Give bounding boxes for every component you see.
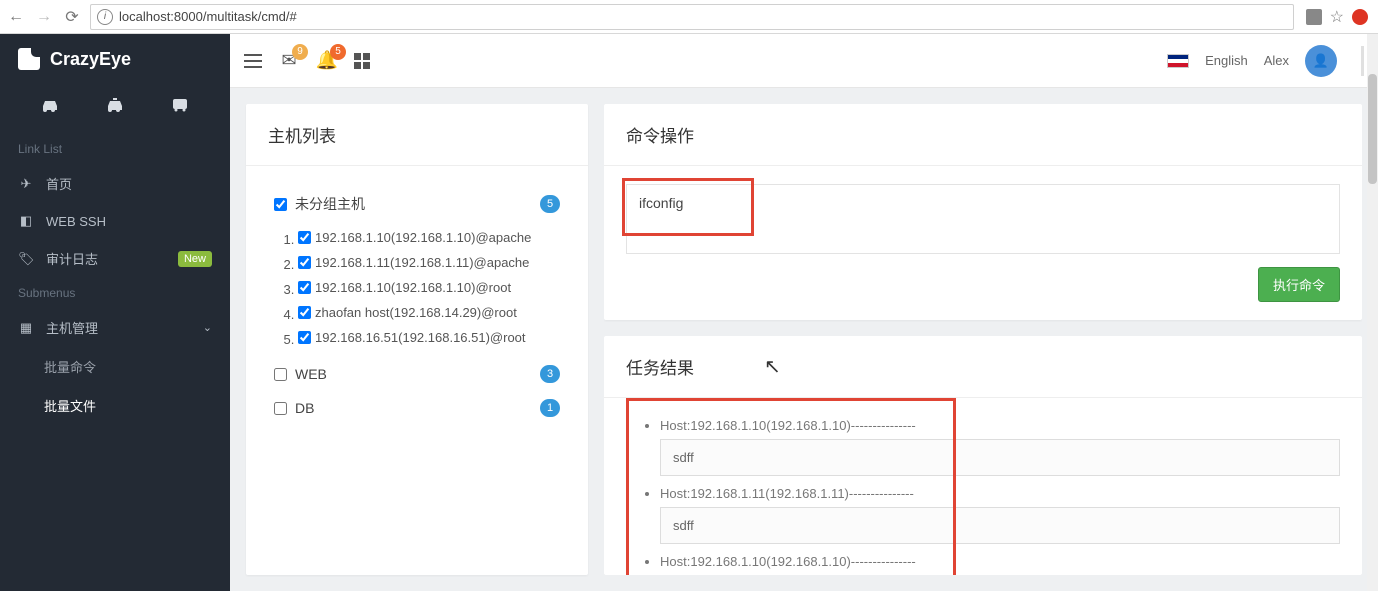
grid-icon-nav: ▦	[18, 320, 34, 336]
group-label: DB	[295, 400, 314, 416]
group-count-badge: 1	[540, 399, 560, 417]
host-group-row[interactable]: 未分组主机 5	[274, 186, 560, 222]
plane-icon: ✈	[18, 176, 34, 192]
extensions: ☆	[1302, 7, 1372, 27]
adblock-extension-icon[interactable]	[1352, 9, 1368, 25]
site-info-icon[interactable]: i	[97, 9, 113, 25]
group-label: 未分组主机	[295, 194, 365, 214]
page-scrollbar[interactable]	[1367, 34, 1378, 591]
user-avatar[interactable]: 👤	[1305, 45, 1337, 77]
cursor-icon: ↖	[764, 354, 781, 379]
chevron-down-icon: ⌄	[203, 321, 212, 334]
nav-hostmgmt-label: 主机管理	[46, 318, 98, 337]
back-button[interactable]: ←	[6, 7, 26, 27]
host-group-row[interactable]: WEB 3	[274, 357, 560, 391]
host-checkbox[interactable]	[298, 281, 311, 294]
host-item[interactable]: 192.168.16.51(192.168.16.51)@root	[298, 326, 560, 351]
brand-name: CrazyEye	[50, 49, 131, 70]
bookmark-star-icon[interactable]: ☆	[1330, 7, 1344, 27]
user-name[interactable]: Alex	[1264, 53, 1289, 68]
scrollbar-thumb[interactable]	[1368, 74, 1377, 184]
group-checkbox[interactable]	[274, 198, 287, 211]
host-checkbox[interactable]	[298, 331, 311, 344]
host-item[interactable]: zhaofan host(192.168.14.29)@root	[298, 301, 560, 326]
result-item: Host:192.168.1.10(192.168.1.10)---------…	[660, 418, 1340, 476]
host-checkbox[interactable]	[298, 231, 311, 244]
tag-icon: 🏷	[18, 251, 34, 267]
messages-button[interactable]: ✉ 9	[278, 50, 300, 72]
result-host-label: Host:192.168.1.10(192.168.1.10)---------…	[660, 554, 916, 569]
nav-batchfile-label: 批量文件	[44, 396, 96, 415]
host-item[interactable]: 192.168.1.10(192.168.1.10)@apache	[298, 226, 560, 251]
new-badge: New	[178, 251, 212, 267]
host-label: zhaofan host(192.168.14.29)@root	[315, 305, 517, 320]
group-count-badge: 3	[540, 365, 560, 383]
section-linklist: Link List	[0, 134, 230, 164]
url-text: localhost:8000/multitask/cmd/#	[119, 9, 297, 24]
nav-batchfile[interactable]: 批量文件	[0, 386, 230, 425]
result-panel-title: 任务结果 ↖	[604, 336, 1362, 398]
nav-webssh[interactable]: ◧ WEB SSH	[0, 203, 230, 239]
sidebar: CrazyEye Link List ✈ 首页 ◧ WEB SSH 🏷 审计日志…	[0, 34, 230, 591]
result-item: Host:192.168.1.10(192.168.1.10)---------…	[660, 554, 1340, 569]
nav-audit-label: 审计日志	[46, 249, 98, 268]
flag-icon	[1167, 54, 1189, 68]
host-list-title: 主机列表	[246, 104, 588, 166]
host-list-panel: 主机列表 未分组主机 5 192.168.1.10(192.168.1.10)@ap…	[246, 104, 588, 575]
forward-button[interactable]: →	[34, 7, 54, 27]
host-item[interactable]: 192.168.1.11(192.168.1.11)@apache	[298, 251, 560, 276]
section-submenus: Submenus	[0, 278, 230, 308]
command-input[interactable]	[626, 184, 1340, 254]
translate-extension-icon[interactable]	[1306, 9, 1322, 25]
bus-icon[interactable]	[167, 96, 193, 114]
nav-batchcmd-label: 批量命令	[44, 357, 96, 376]
result-output: sdff	[660, 439, 1340, 476]
messages-count: 9	[292, 44, 308, 60]
nav-webssh-label: WEB SSH	[46, 214, 106, 229]
nav-home[interactable]: ✈ 首页	[0, 164, 230, 203]
command-panel: 命令操作 执行命令	[604, 104, 1362, 320]
car-icon[interactable]	[37, 96, 63, 114]
logo-icon	[18, 48, 40, 70]
command-panel-title: 命令操作	[604, 104, 1362, 166]
menu-toggle-button[interactable]	[244, 54, 262, 68]
host-item[interactable]: 192.168.1.10(192.168.1.10)@root	[298, 276, 560, 301]
language-selector[interactable]: English	[1205, 53, 1248, 68]
host-label: 192.168.1.10(192.168.1.10)@apache	[315, 230, 531, 245]
nav-hostmgmt[interactable]: ▦ 主机管理 ⌄	[0, 308, 230, 347]
notifications-button[interactable]: 🔔 5	[316, 50, 338, 72]
nav-batchcmd[interactable]: 批量命令	[0, 347, 230, 386]
host-label: 192.168.1.11(192.168.1.11)@apache	[315, 255, 529, 270]
browser-toolbar: ← → ⟳ i localhost:8000/multitask/cmd/# ☆	[0, 0, 1378, 34]
host-checkbox[interactable]	[298, 306, 311, 319]
host-label: 192.168.16.51(192.168.16.51)@root	[315, 330, 526, 345]
group-checkbox[interactable]	[274, 402, 287, 415]
group-label: WEB	[295, 366, 327, 382]
result-host-label: Host:192.168.1.10(192.168.1.10)---------…	[660, 418, 916, 433]
app-logo[interactable]: CrazyEye	[0, 34, 230, 84]
host-checkbox[interactable]	[298, 256, 311, 269]
reload-button[interactable]: ⟳	[62, 7, 82, 27]
topbar-divider	[1361, 46, 1364, 76]
address-bar[interactable]: i localhost:8000/multitask/cmd/#	[90, 4, 1294, 30]
group-checkbox[interactable]	[274, 368, 287, 381]
group-count-badge: 5	[540, 195, 560, 213]
result-host-label: Host:192.168.1.11(192.168.1.11)---------…	[660, 486, 914, 501]
dashboard-icon: ◧	[18, 213, 34, 229]
result-item: Host:192.168.1.11(192.168.1.11)---------…	[660, 486, 1340, 544]
result-output: sdff	[660, 507, 1340, 544]
run-command-button[interactable]: 执行命令	[1258, 267, 1340, 302]
result-panel: 任务结果 ↖ Host:192.168.1.10(192.168.1.10)--…	[604, 336, 1362, 575]
taxi-icon[interactable]	[102, 96, 128, 114]
host-label: 192.168.1.10(192.168.1.10)@root	[315, 280, 511, 295]
topbar: ✉ 9 🔔 5 English Alex 👤	[230, 34, 1378, 88]
apps-grid-button[interactable]	[354, 53, 370, 69]
host-group-row[interactable]: DB 1	[274, 391, 560, 425]
nav-audit[interactable]: 🏷 审计日志 New	[0, 239, 230, 278]
notifications-count: 5	[330, 44, 346, 60]
result-panel-title-text: 任务结果	[626, 359, 694, 378]
nav-home-label: 首页	[46, 174, 72, 193]
